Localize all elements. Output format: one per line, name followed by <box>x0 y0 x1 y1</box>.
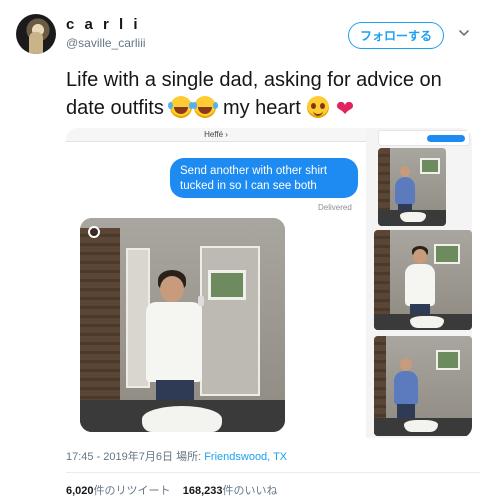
display-name[interactable]: c a r l i <box>66 16 141 33</box>
mirror-selfie-photo[interactable] <box>80 218 285 432</box>
place-label: 場所: <box>176 451 202 463</box>
chevron-down-icon[interactable] <box>459 28 469 38</box>
laughing-crying-emoji-icon <box>168 96 193 118</box>
follow-button[interactable]: フォローする <box>348 22 444 49</box>
tweet-text-part2: my heart <box>222 97 301 119</box>
red-heart-icon: ❤ <box>335 96 355 121</box>
chat-thumbnail <box>378 130 470 146</box>
outfit-thumbnail-1[interactable] <box>378 148 446 226</box>
chat-contact-name: Heffé › <box>66 128 366 142</box>
retweets-label: 件のリツイート <box>93 485 171 497</box>
tweet-timestamp[interactable]: 17:45 - 2019年7月6日 <box>66 451 173 463</box>
outfit-thumbnail-2[interactable] <box>374 230 472 330</box>
likes-count: 168,233 <box>182 485 223 497</box>
tweet-stats: 6,020件のリツイート 168,233件のいいね <box>66 482 278 498</box>
avatar[interactable] <box>16 14 56 54</box>
retweet-stat[interactable]: 6,020件のリツイート <box>66 485 171 497</box>
imessage-bubble: Send another with other shirt tucked in … <box>170 158 358 198</box>
tweet-header: c a r l i @saville_carliii フォローする <box>0 0 500 62</box>
tweet-text: Life with a single dad, asking for advic… <box>66 66 486 122</box>
likes-label: 件のいいね <box>222 485 278 497</box>
divider <box>66 472 480 473</box>
like-stat[interactable]: 168,233件のいいね <box>183 485 278 497</box>
outfit-thumbnail-3[interactable] <box>374 336 472 436</box>
place-link[interactable]: Friendswood, TX <box>204 451 287 463</box>
laughing-crying-emoji-icon <box>192 96 217 118</box>
user-handle[interactable]: @saville_carliii <box>66 36 146 50</box>
delivered-label: Delivered <box>318 203 352 212</box>
tweet-media[interactable]: Heffé › Send another with other shirt tu… <box>66 128 472 438</box>
live-photo-icon <box>88 226 100 238</box>
smiling-emoji-icon <box>307 96 330 118</box>
retweets-count: 6,020 <box>66 485 94 497</box>
imessage-screenshot: Heffé › Send another with other shirt tu… <box>66 128 366 438</box>
tweet-meta: 17:45 - 2019年7月6日 場所: Friendswood, TX <box>66 448 287 464</box>
